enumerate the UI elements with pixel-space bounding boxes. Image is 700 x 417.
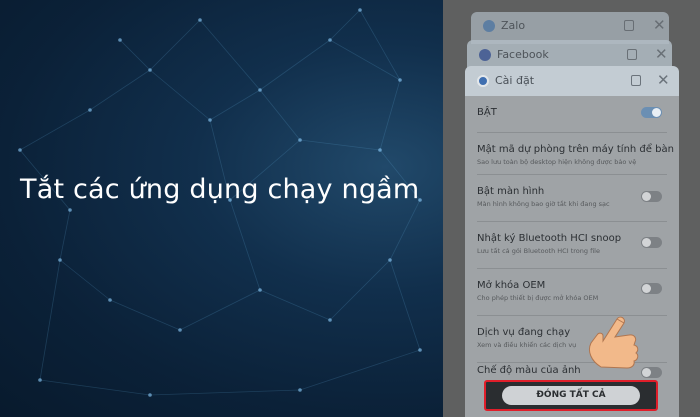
network-node [378, 148, 382, 152]
network-line [329, 9, 361, 41]
settings-row-stay-awake[interactable]: Bật màn hình Màn hình không bao giờ tắt … [465, 175, 679, 221]
network-line [39, 379, 151, 396]
row-title: Bật màn hình [477, 186, 545, 197]
pointing-hand-icon [588, 316, 639, 369]
network-line [59, 259, 111, 301]
network-line [359, 9, 401, 81]
network-line [149, 69, 211, 121]
network-line [149, 389, 301, 396]
network-line [389, 259, 421, 351]
network-node [38, 378, 42, 382]
zalo-icon [483, 20, 495, 32]
network-line [149, 19, 201, 71]
network-node [328, 38, 332, 42]
network-line [259, 39, 331, 91]
card-title: Cài đặt [495, 74, 535, 87]
network-node [208, 118, 212, 122]
row-title: Nhật ký Bluetooth HCI snoop [477, 233, 622, 244]
network-node [58, 258, 62, 262]
network-line [389, 199, 421, 261]
close-icon[interactable]: ✕ [657, 71, 670, 89]
row-subtitle: Màn hình không bao giờ tắt khi đang sạc [477, 200, 610, 208]
network-node [258, 288, 262, 292]
network-line [299, 139, 381, 151]
row-title: Mật mã dự phòng trên máy tính để bàn [477, 144, 674, 155]
row-title: Dịch vụ đang chạy [477, 327, 571, 338]
row-title: Chế độ màu của ảnh [477, 365, 581, 376]
network-node [148, 393, 152, 397]
row-title: BẬT [477, 107, 497, 118]
settings-row-enable[interactable]: BẬT [465, 96, 679, 132]
network-line [39, 259, 61, 381]
network-line [329, 259, 391, 321]
facebook-icon [479, 49, 491, 61]
network-node [328, 318, 332, 322]
caption-title: Tắt các ứng dụng chạy ngầm [20, 174, 420, 205]
network-line [299, 349, 421, 391]
network-node [258, 88, 262, 92]
toggle-switch[interactable] [641, 191, 662, 202]
split-window-icon[interactable] [624, 20, 634, 31]
network-node [108, 298, 112, 302]
network-node [358, 8, 362, 12]
network-line [329, 39, 401, 81]
network-node [118, 38, 122, 42]
network-line [89, 69, 151, 111]
network-line [229, 199, 261, 291]
network-node [178, 328, 182, 332]
network-line [19, 109, 91, 151]
network-line [59, 209, 71, 261]
row-subtitle: Cho phép thiết bị được mở khóa OEM [477, 294, 599, 302]
network-line [119, 39, 151, 71]
toggle-switch[interactable] [641, 237, 662, 248]
toggle-switch[interactable] [641, 107, 662, 118]
network-node [418, 348, 422, 352]
close-icon[interactable]: ✕ [653, 16, 666, 34]
network-node [18, 148, 22, 152]
network-line [379, 79, 401, 151]
row-subtitle: Lưu tất cả gói Bluetooth HCI trong file [477, 247, 600, 255]
toggle-switch[interactable] [641, 283, 662, 294]
card-title: Facebook [497, 48, 549, 61]
row-title: Mở khóa OEM [477, 280, 546, 291]
close-all-button[interactable]: ĐÓNG TẤT CẢ [502, 386, 640, 405]
network-line [259, 289, 331, 321]
close-icon[interactable]: ✕ [655, 45, 668, 63]
network-node [148, 68, 152, 72]
network-node [198, 18, 202, 22]
row-subtitle: Xem và điều khiển các dịch vụ [477, 341, 577, 349]
network-node [388, 258, 392, 262]
network-node [298, 138, 302, 142]
network-line [209, 89, 261, 121]
settings-row-bluetooth-log[interactable]: Nhật ký Bluetooth HCI snoop Lưu tất cả g… [465, 222, 679, 268]
network-line [109, 299, 181, 331]
network-line [259, 89, 301, 141]
close-all-highlight: ĐÓNG TẤT CẢ [484, 380, 658, 411]
network-node [298, 388, 302, 392]
split-window-icon[interactable] [631, 75, 641, 86]
card-title: Zalo [501, 19, 526, 32]
settings-icon [477, 75, 489, 87]
network-node [398, 78, 402, 82]
network-line [179, 289, 261, 331]
split-window-icon[interactable] [627, 49, 637, 60]
settings-row-backup-password[interactable]: Mật mã dự phòng trên máy tính để bàn Sao… [465, 133, 679, 173]
network-node [68, 208, 72, 212]
recent-card-settings[interactable]: Cài đặt ✕ [465, 66, 679, 96]
network-node [88, 108, 92, 112]
network-line [199, 19, 261, 91]
row-subtitle: Sao lưu toàn bộ desktop hiện không được … [477, 158, 637, 166]
